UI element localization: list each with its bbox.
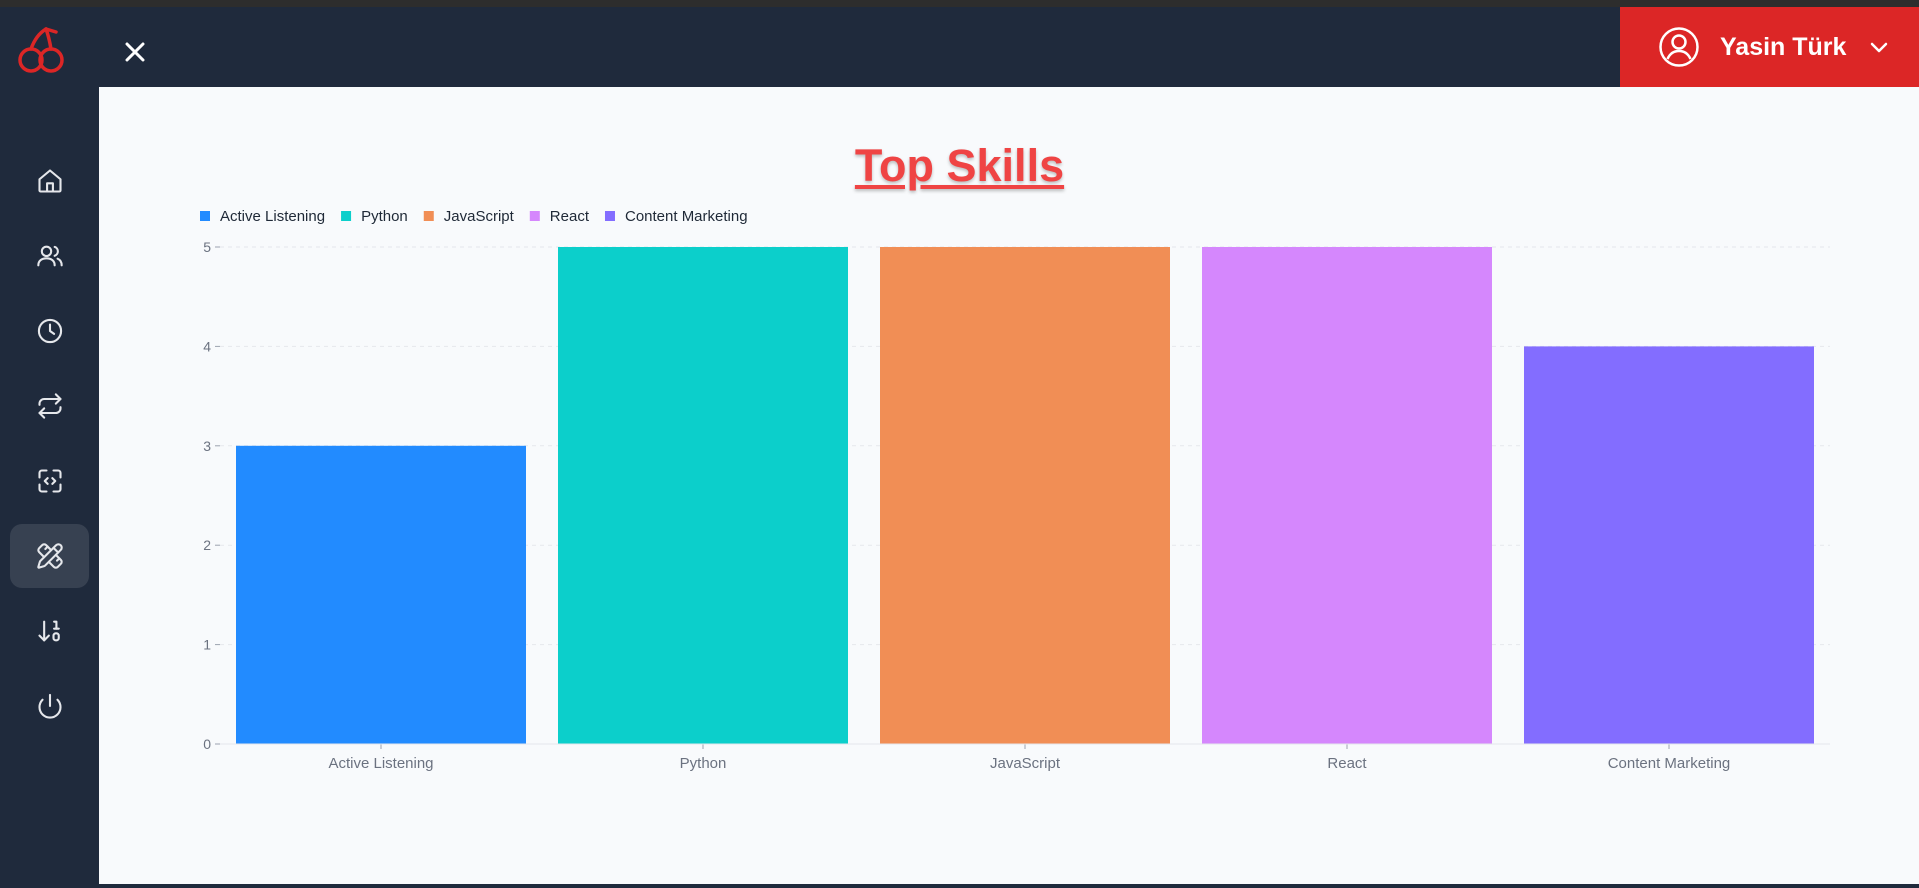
chevron-down-icon — [1871, 42, 1888, 53]
sidebar — [0, 87, 99, 888]
top-header: Yasin Türk — [0, 7, 1919, 87]
user-menu-button[interactable]: Yasin Türk — [1620, 7, 1919, 87]
sidebar-item-skills[interactable] — [10, 524, 89, 588]
sidebar-item-users[interactable] — [10, 224, 89, 288]
cherry-logo-icon — [18, 27, 64, 73]
window-top-strip — [0, 0, 1919, 7]
repeat-icon — [37, 393, 62, 419]
sidebar-item-transfers[interactable] — [10, 374, 89, 438]
pencil-ruler-icon — [36, 543, 63, 569]
bottom-edge-bar — [0, 884, 1919, 888]
power-icon — [37, 693, 62, 719]
close-icon[interactable] — [118, 35, 152, 69]
sort-numeric-icon — [37, 620, 60, 642]
user-avatar-icon — [1659, 27, 1699, 67]
user-name: Yasin Türk — [1720, 32, 1847, 61]
sidebar-item-sort[interactable] — [10, 599, 89, 663]
code-square-icon — [37, 469, 62, 493]
users-icon — [36, 245, 63, 267]
chart-title: Top Skills — [854, 140, 1065, 191]
clock-icon — [37, 318, 62, 344]
sidebar-item-logout[interactable] — [10, 674, 89, 738]
sidebar-item-code[interactable] — [10, 449, 89, 513]
sidebar-item-history[interactable] — [10, 299, 89, 363]
main-content — [99, 87, 1919, 888]
